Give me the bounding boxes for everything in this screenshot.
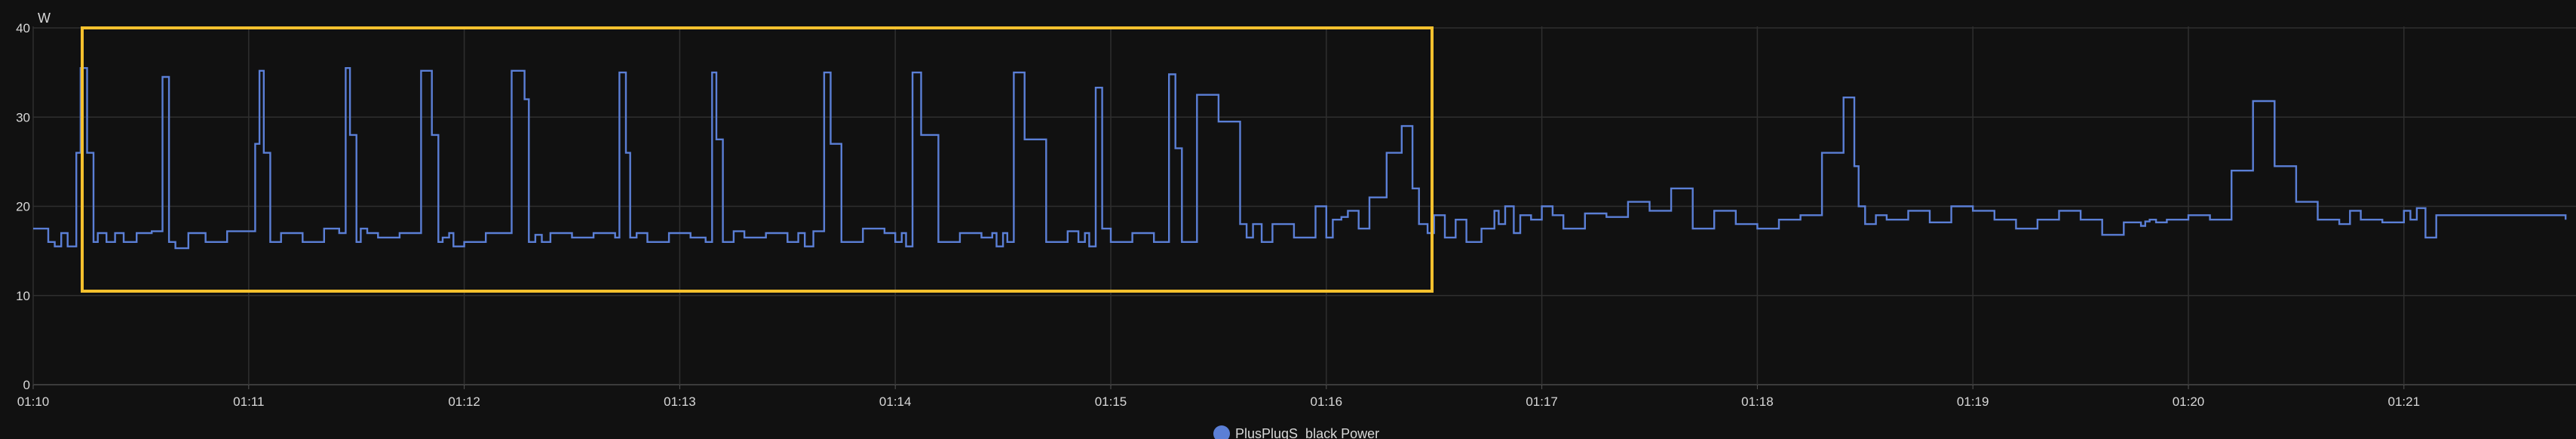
x-tick-label: 01:15 xyxy=(1095,394,1127,409)
x-tick-label: 01:12 xyxy=(448,394,480,409)
x-tick-label: 01:11 xyxy=(233,394,264,409)
y-tick-label: 0 xyxy=(23,378,30,392)
x-tick-label: 01:20 xyxy=(2173,394,2205,409)
chart-background xyxy=(0,0,2576,439)
legend-label: PlusPlugS_black Power xyxy=(1235,426,1379,439)
x-tick-label: 01:16 xyxy=(1311,394,1343,409)
power-chart: 0 10 20 30 40 01:10 01:11 01:12 01:13 01:14 01:15… xyxy=(0,0,2576,439)
x-tick-label: 01:17 xyxy=(1526,394,1558,409)
y-tick-label: 20 xyxy=(16,200,30,214)
x-tick-label: 01:14 xyxy=(879,394,912,409)
legend[interactable]: PlusPlugS_black Power xyxy=(1213,425,1379,439)
x-tick-label: 01:13 xyxy=(664,394,696,409)
y-tick-label: 30 xyxy=(16,110,30,124)
y-axis-unit: W xyxy=(38,11,51,26)
y-tick-label: 10 xyxy=(16,289,30,303)
x-tick-label: 01:19 xyxy=(1957,394,1989,409)
x-tick-label: 01:18 xyxy=(1741,394,1774,409)
y-tick-label: 40 xyxy=(16,21,30,35)
x-tick-label: 01:21 xyxy=(2388,394,2421,409)
x-tick-label: 01:10 xyxy=(17,394,50,409)
